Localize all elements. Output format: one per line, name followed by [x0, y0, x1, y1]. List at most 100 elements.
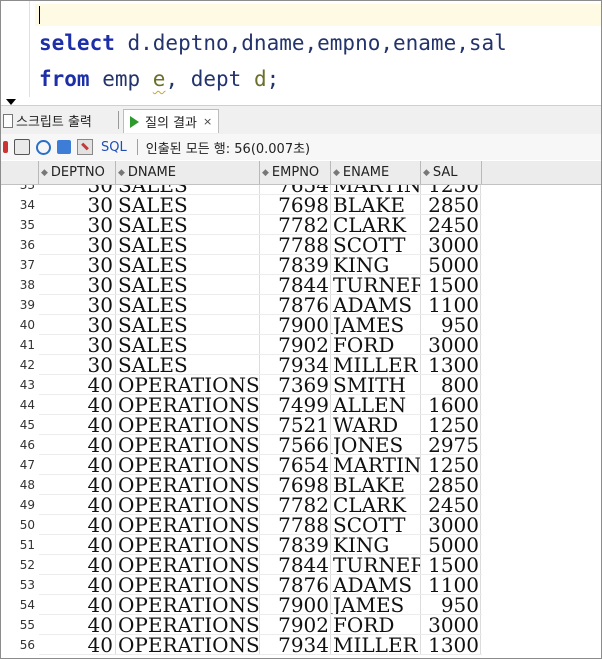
cell-ename[interactable]: FORD — [331, 615, 421, 635]
table-row[interactable]: 45 40 OPERATIONS 7521 WARD 1250 — [1, 415, 601, 435]
table-row[interactable]: 41 30 SALES 7902 FORD 3000 — [1, 335, 601, 355]
cell-ename[interactable]: KING — [331, 255, 421, 275]
sort-icon[interactable]: ◆ — [118, 168, 125, 178]
table-row[interactable]: 50 40 OPERATIONS 7788 SCOTT 3000 — [1, 515, 601, 535]
column-header-dname[interactable]: ◆ DNAME — [116, 161, 260, 184]
cell-empno[interactable]: 7566 — [260, 435, 331, 455]
pin-icon[interactable] — [3, 141, 8, 153]
cell-sal[interactable]: 1600 — [421, 395, 481, 415]
table-row[interactable]: 56 40 OPERATIONS 7934 MILLER 1300 — [1, 635, 601, 655]
cell-ename[interactable]: ADAMS — [331, 575, 421, 595]
cell-sal[interactable]: 1100 — [421, 295, 481, 315]
table-row[interactable]: 43 40 OPERATIONS 7369 SMITH 800 — [1, 375, 601, 395]
close-tab-icon[interactable]: × — [203, 115, 212, 128]
cell-empno[interactable]: 7900 — [260, 315, 331, 335]
table-row[interactable]: 44 40 OPERATIONS 7499 ALLEN 1600 — [1, 395, 601, 415]
cell-sal[interactable]: 3000 — [421, 235, 481, 255]
cell-dname[interactable]: OPERATIONS — [116, 455, 260, 475]
cell-empno[interactable]: 7900 — [260, 595, 331, 615]
cell-ename[interactable]: MILLER — [331, 355, 421, 375]
cell-sal[interactable]: 3000 — [421, 615, 481, 635]
column-header-sal[interactable]: ◆ SAL — [421, 161, 482, 184]
table-row[interactable]: 35 30 SALES 7782 CLARK 2450 — [1, 215, 601, 235]
cell-ename[interactable]: KING — [331, 535, 421, 555]
cell-ename[interactable]: SMITH — [331, 375, 421, 395]
cell-ename[interactable]: SCOTT — [331, 515, 421, 535]
cell-empno[interactable]: 7782 — [260, 215, 331, 235]
code-line-1[interactable]: select d.deptno,dname,empno,ename,sal — [39, 30, 507, 56]
cell-deptno[interactable]: 40 — [39, 555, 116, 575]
cell-dname[interactable]: OPERATIONS — [116, 535, 260, 555]
cell-ename[interactable]: MILLER — [331, 635, 421, 655]
column-header-deptno[interactable]: ◆ DEPTNO — [39, 161, 116, 184]
tab-script-output[interactable]: 스크립트 출력 — [1, 109, 98, 132]
cell-dname[interactable]: OPERATIONS — [116, 615, 260, 635]
table-row[interactable]: 37 30 SALES 7839 KING 5000 — [1, 255, 601, 275]
cell-deptno[interactable]: 40 — [39, 635, 116, 655]
table-row[interactable]: 39 30 SALES 7876 ADAMS 1100 — [1, 295, 601, 315]
table-row[interactable]: 42 30 SALES 7934 MILLER 1300 — [1, 355, 601, 375]
cell-dname[interactable]: SALES — [116, 235, 260, 255]
sort-icon[interactable]: ◆ — [262, 168, 269, 178]
table-row[interactable]: 36 30 SALES 7788 SCOTT 3000 — [1, 235, 601, 255]
cell-ename[interactable]: WARD — [331, 415, 421, 435]
cell-sal[interactable]: 950 — [421, 315, 481, 335]
cell-sal[interactable]: 800 — [421, 375, 481, 395]
cell-sal[interactable]: 1500 — [421, 275, 481, 295]
refresh-icon[interactable] — [36, 139, 51, 155]
cell-dname[interactable]: SALES — [116, 275, 260, 295]
table-row[interactable]: 55 40 OPERATIONS 7902 FORD 3000 — [1, 615, 601, 635]
export-icon[interactable] — [57, 140, 71, 154]
cell-deptno[interactable]: 30 — [39, 335, 116, 355]
cell-sal[interactable]: 3000 — [421, 335, 481, 355]
cell-sal[interactable]: 1300 — [421, 635, 481, 655]
cell-sal[interactable]: 1250 — [421, 455, 481, 475]
cell-dname[interactable]: SALES — [116, 315, 260, 335]
cell-ename[interactable]: TURNER — [331, 275, 421, 295]
table-row[interactable]: 38 30 SALES 7844 TURNER 1500 — [1, 275, 601, 295]
cell-deptno[interactable]: 40 — [39, 395, 116, 415]
cell-ename[interactable]: CLARK — [331, 215, 421, 235]
cell-empno[interactable]: 7521 — [260, 415, 331, 435]
cell-dname[interactable]: SALES — [116, 215, 260, 235]
cell-deptno[interactable]: 30 — [39, 315, 116, 335]
sort-icon[interactable]: ◆ — [333, 168, 340, 178]
cell-dname[interactable]: OPERATIONS — [116, 475, 260, 495]
cell-ename[interactable]: JONES — [331, 435, 421, 455]
cell-ename[interactable]: MARTIN — [331, 455, 421, 475]
cell-sal[interactable]: 950 — [421, 595, 481, 615]
cell-deptno[interactable]: 30 — [39, 235, 116, 255]
table-row[interactable]: 46 40 OPERATIONS 7566 JONES 2975 — [1, 435, 601, 455]
table-row[interactable]: 54 40 OPERATIONS 7900 JAMES 950 — [1, 595, 601, 615]
cell-dname[interactable]: SALES — [116, 335, 260, 355]
cell-sal[interactable]: 5000 — [421, 255, 481, 275]
cell-empno[interactable]: 7934 — [260, 355, 331, 375]
cell-dname[interactable]: OPERATIONS — [116, 495, 260, 515]
cell-empno[interactable]: 7788 — [260, 515, 331, 535]
cell-sal[interactable]: 1300 — [421, 355, 481, 375]
cell-dname[interactable]: OPERATIONS — [116, 635, 260, 655]
cell-dname[interactable]: OPERATIONS — [116, 435, 260, 455]
cell-deptno[interactable]: 40 — [39, 475, 116, 495]
cell-deptno[interactable]: 40 — [39, 455, 116, 475]
cell-empno[interactable]: 7844 — [260, 275, 331, 295]
cell-deptno[interactable]: 40 — [39, 595, 116, 615]
table-row[interactable]: 34 30 SALES 7698 BLAKE 2850 — [1, 195, 601, 215]
cell-ename[interactable]: BLAKE — [331, 475, 421, 495]
cell-deptno[interactable]: 30 — [39, 355, 116, 375]
cell-deptno[interactable]: 40 — [39, 515, 116, 535]
cell-empno[interactable]: 7839 — [260, 535, 331, 555]
cell-sal[interactable]: 2850 — [421, 195, 481, 215]
column-header-empno[interactable]: ◆ EMPNO — [260, 161, 331, 184]
column-header-ename[interactable]: ◆ ENAME — [331, 161, 421, 184]
cell-deptno[interactable]: 40 — [39, 615, 116, 635]
cell-sal[interactable]: 5000 — [421, 535, 481, 555]
cell-empno[interactable]: 7499 — [260, 395, 331, 415]
sql-editor[interactable]: select d.deptno,dname,empno,ename,sal fr… — [1, 1, 601, 97]
code-line-2[interactable]: from emp e, dept d; — [39, 66, 279, 92]
cell-dname[interactable]: SALES — [116, 255, 260, 275]
cell-sal[interactable]: 1250 — [421, 415, 481, 435]
cell-ename[interactable]: BLAKE — [331, 195, 421, 215]
cell-dname[interactable]: OPERATIONS — [116, 375, 260, 395]
cell-empno[interactable]: 7654 — [260, 455, 331, 475]
